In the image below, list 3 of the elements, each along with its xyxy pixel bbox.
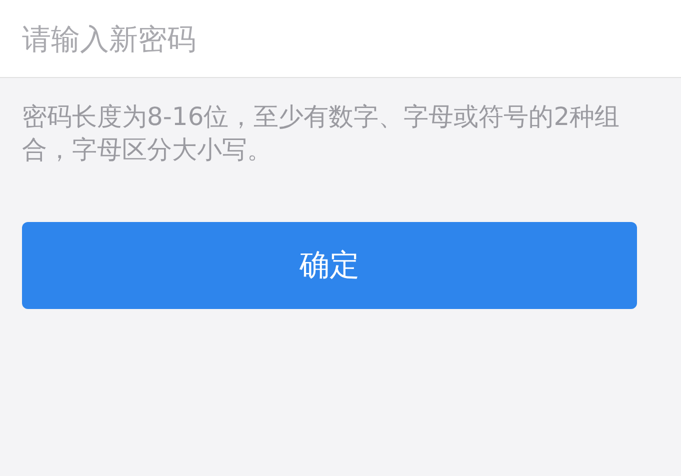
confirm-button[interactable]: 确定 [22,222,637,309]
password-field[interactable]: 请输入新密码 [0,0,681,78]
password-hint: 密码长度为8-16位，至少有数字、字母或符号的2种组合，字母区分大小写。 [22,101,621,166]
